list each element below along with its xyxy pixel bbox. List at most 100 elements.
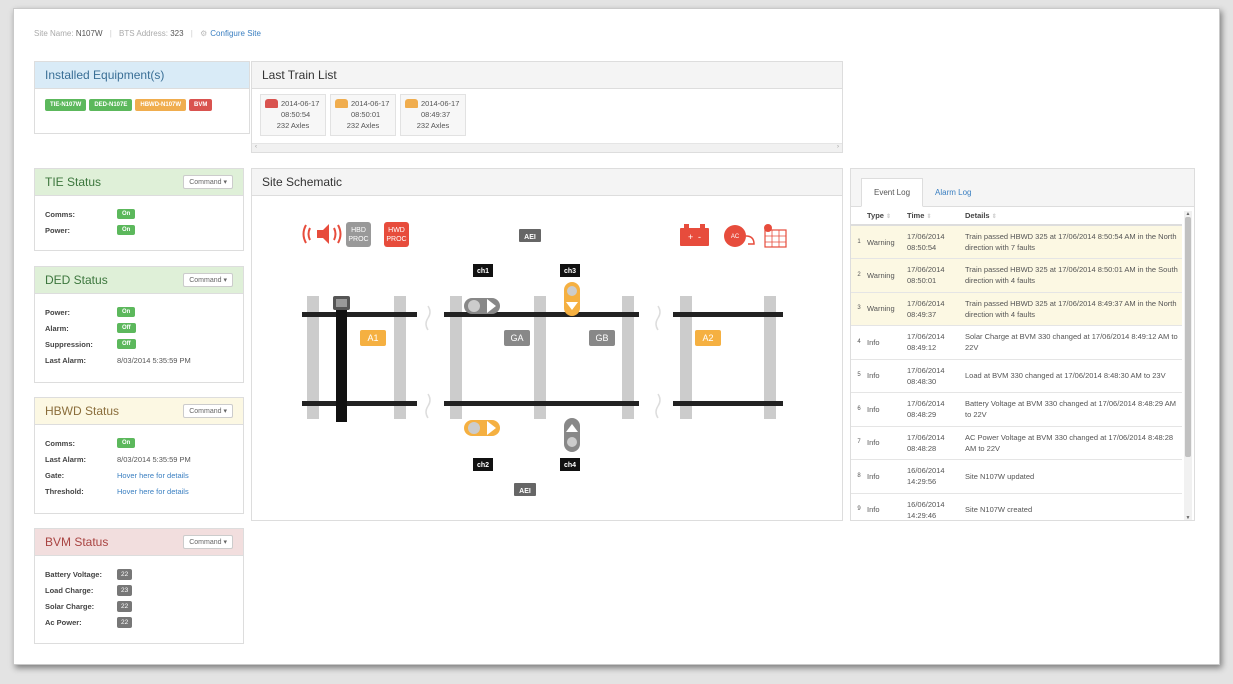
a1-zone-label: A1 bbox=[367, 333, 378, 343]
equipment-tags: TIE-N107W DED-N107E HBWD-N107W BVM bbox=[35, 89, 249, 121]
equipment-tag-hbwd[interactable]: HBWD-N107W bbox=[135, 99, 187, 111]
command-dropdown[interactable]: Command bbox=[183, 273, 233, 287]
ch2-sensor-icon[interactable] bbox=[464, 420, 500, 436]
scroll-left-icon[interactable]: ‹ bbox=[255, 144, 257, 150]
column-header-type[interactable]: Type ⇕ bbox=[867, 207, 907, 226]
svg-text:-: - bbox=[698, 232, 701, 242]
gate-details-link[interactable]: Hover here for details bbox=[117, 471, 189, 480]
train-item[interactable]: 2014-06-17 08:49:37 232 Axles bbox=[400, 94, 466, 136]
proc-label: PROC bbox=[348, 236, 368, 243]
train-item[interactable]: 2014-06-17 08:50:01 232 Axles bbox=[330, 94, 396, 136]
panel-header: Last Train List bbox=[252, 62, 842, 89]
panel-title: HBWD Status bbox=[45, 404, 120, 418]
train-item[interactable]: 2014-06-17 08:50:54 232 Axles bbox=[260, 94, 326, 136]
battery-voltage-label: Battery Voltage: bbox=[45, 569, 102, 579]
train-time: 08:50:54 bbox=[281, 110, 311, 119]
column-header-details[interactable]: Details ⇕ bbox=[965, 207, 1182, 226]
panel-header: BVM Status Command bbox=[35, 529, 243, 556]
last-alarm-value: 8/03/2014 5:35:59 PM bbox=[117, 355, 191, 365]
comms-label: Comms: bbox=[45, 209, 76, 219]
installed-equipment-panel: Installed Equipment(s) TIE-N107W DED-N10… bbox=[34, 61, 250, 134]
vertical-scrollbar[interactable]: ▲ ▼ bbox=[1184, 211, 1192, 520]
scroll-down-icon[interactable]: ▼ bbox=[1184, 515, 1192, 520]
train-list: 2014-06-17 08:50:54 232 Axles 2014-06-17… bbox=[252, 89, 842, 141]
tab-alarm-log[interactable]: Alarm Log bbox=[923, 178, 983, 207]
ch3-sensor-icon[interactable] bbox=[564, 282, 580, 316]
last-alarm-label: Last Alarm: bbox=[45, 355, 86, 365]
scrollbar-thumb[interactable] bbox=[1185, 217, 1191, 457]
table-row[interactable]: 2 Warning 17/06/2014 08:50:01 Train passe… bbox=[851, 258, 1182, 293]
site-schematic-panel: Site Schematic HBD PROC HWD PROC AEI + -… bbox=[251, 168, 843, 521]
train-time: 08:50:01 bbox=[351, 110, 381, 119]
svg-text:+: + bbox=[688, 232, 693, 242]
comms-status-badge: On bbox=[117, 438, 136, 448]
hwd-proc-icon[interactable]: HWD PROC bbox=[384, 222, 409, 247]
alarm-speaker-icon bbox=[302, 224, 342, 244]
panel-header: DED Status Command bbox=[35, 267, 243, 294]
bvm-status-panel: BVM Status Command Battery Voltage: 22 Lo… bbox=[34, 528, 244, 644]
gear-icon: ⚙ bbox=[200, 29, 208, 38]
table-row[interactable]: 1 Warning 17/06/2014 08:50:54 Train passe… bbox=[851, 225, 1182, 259]
equipment-tag-ded[interactable]: DED-N107E bbox=[89, 99, 133, 111]
horizontal-scrollbar[interactable]: ‹ › bbox=[252, 143, 842, 152]
equipment-tag-tie[interactable]: TIE-N107W bbox=[45, 99, 87, 111]
table-row[interactable]: 5 Info 17/06/2014 08:48:30 Load at BVM 33… bbox=[851, 359, 1182, 393]
log-tabs: Event Log Alarm Log bbox=[851, 169, 1194, 207]
comms-label: Comms: bbox=[45, 438, 76, 448]
table-row[interactable]: 8 Info 16/06/2014 14:29:56 Site N107W upd… bbox=[851, 459, 1182, 494]
ch4-sensor-icon[interactable] bbox=[564, 418, 580, 452]
panel-header: TIE Status Command bbox=[35, 169, 243, 196]
solar-panel-icon bbox=[764, 224, 787, 248]
aei-label: AEI bbox=[524, 234, 536, 241]
panel-title: Site Schematic bbox=[262, 175, 343, 189]
panel-title: BVM Status bbox=[45, 535, 109, 549]
train-time: 08:49:37 bbox=[421, 110, 451, 119]
divider: | bbox=[190, 29, 193, 38]
event-log-panel: Event Log Alarm Log Type ⇕ Time ⇕ Detail… bbox=[850, 168, 1195, 521]
power-label: Power: bbox=[45, 225, 71, 235]
table-row[interactable]: 7 Info 17/06/2014 08:48:28 AC Power Volta… bbox=[851, 426, 1182, 460]
bts-address-value: 323 bbox=[170, 29, 184, 38]
site-name-label: Site Name: bbox=[34, 29, 74, 38]
ch4-label: ch4 bbox=[564, 462, 576, 469]
table-header-spacer bbox=[851, 207, 867, 226]
command-dropdown[interactable]: Command bbox=[183, 535, 233, 549]
site-name-value: N107W bbox=[75, 29, 103, 38]
site-info-bar: Site Name: N107W | BTS Address: 323 | ⚙ C… bbox=[34, 29, 261, 38]
last-alarm-value: 8/03/2014 5:35:59 PM bbox=[117, 454, 191, 464]
power-status-badge: On bbox=[117, 225, 136, 235]
scroll-right-icon[interactable]: › bbox=[837, 144, 839, 150]
hbd-label: HBD bbox=[351, 227, 366, 234]
table-row[interactable]: 9 Info 16/06/2014 14:29:46 Site N107W cre… bbox=[851, 493, 1182, 520]
equipment-tag-bvm[interactable]: BVM bbox=[189, 99, 213, 111]
command-dropdown[interactable]: Command bbox=[183, 175, 233, 189]
a2-zone-label: A2 bbox=[702, 333, 713, 343]
aei-reader-top[interactable]: AEI bbox=[519, 229, 541, 242]
panel-header: HBWD Status Command bbox=[35, 398, 243, 425]
schematic-diagram: HBD PROC HWD PROC AEI + - AC ch1 ch3 ch2… bbox=[302, 222, 787, 496]
panel-header: Site Schematic bbox=[252, 169, 842, 196]
hbwd-status-panel: HBWD Status Command Comms: On Last Alarm:… bbox=[34, 397, 244, 514]
train-icon bbox=[335, 99, 348, 108]
ac-label: AC bbox=[731, 234, 740, 240]
command-dropdown[interactable]: Command bbox=[183, 404, 233, 418]
aei-reader-bottom[interactable]: AEI bbox=[514, 483, 536, 496]
table-row[interactable]: 4 Info 17/06/2014 08:49:12 Solar Charge a… bbox=[851, 325, 1182, 360]
power-label: Power: bbox=[45, 307, 71, 317]
configure-site-link[interactable]: Configure Site bbox=[210, 29, 261, 38]
train-icon bbox=[405, 99, 418, 108]
gate-label: Gate: bbox=[45, 470, 65, 480]
column-header-time[interactable]: Time ⇕ bbox=[907, 207, 965, 226]
battery-voltage-value: 22 bbox=[117, 568, 133, 580]
ga-zone-label: GA bbox=[510, 333, 523, 343]
threshold-details-link[interactable]: Hover here for details bbox=[117, 487, 189, 496]
tab-event-log[interactable]: Event Log bbox=[861, 178, 924, 207]
train-axles: 232 Axles bbox=[346, 121, 380, 130]
hbd-proc-icon[interactable]: HBD PROC bbox=[346, 222, 371, 247]
ded-status-panel: DED Status Command Power: On Alarm: Off Su… bbox=[34, 266, 244, 383]
app-window: Site Name: N107W | BTS Address: 323 | ⚙ C… bbox=[13, 8, 1220, 665]
table-row[interactable]: 3 Warning 17/06/2014 08:49:37 Train passe… bbox=[851, 292, 1182, 326]
table-row[interactable]: 6 Info 17/06/2014 08:48:29 Battery Voltag… bbox=[851, 392, 1182, 427]
ch1-label: ch1 bbox=[477, 268, 489, 275]
ch1-sensor-icon[interactable] bbox=[464, 298, 500, 314]
